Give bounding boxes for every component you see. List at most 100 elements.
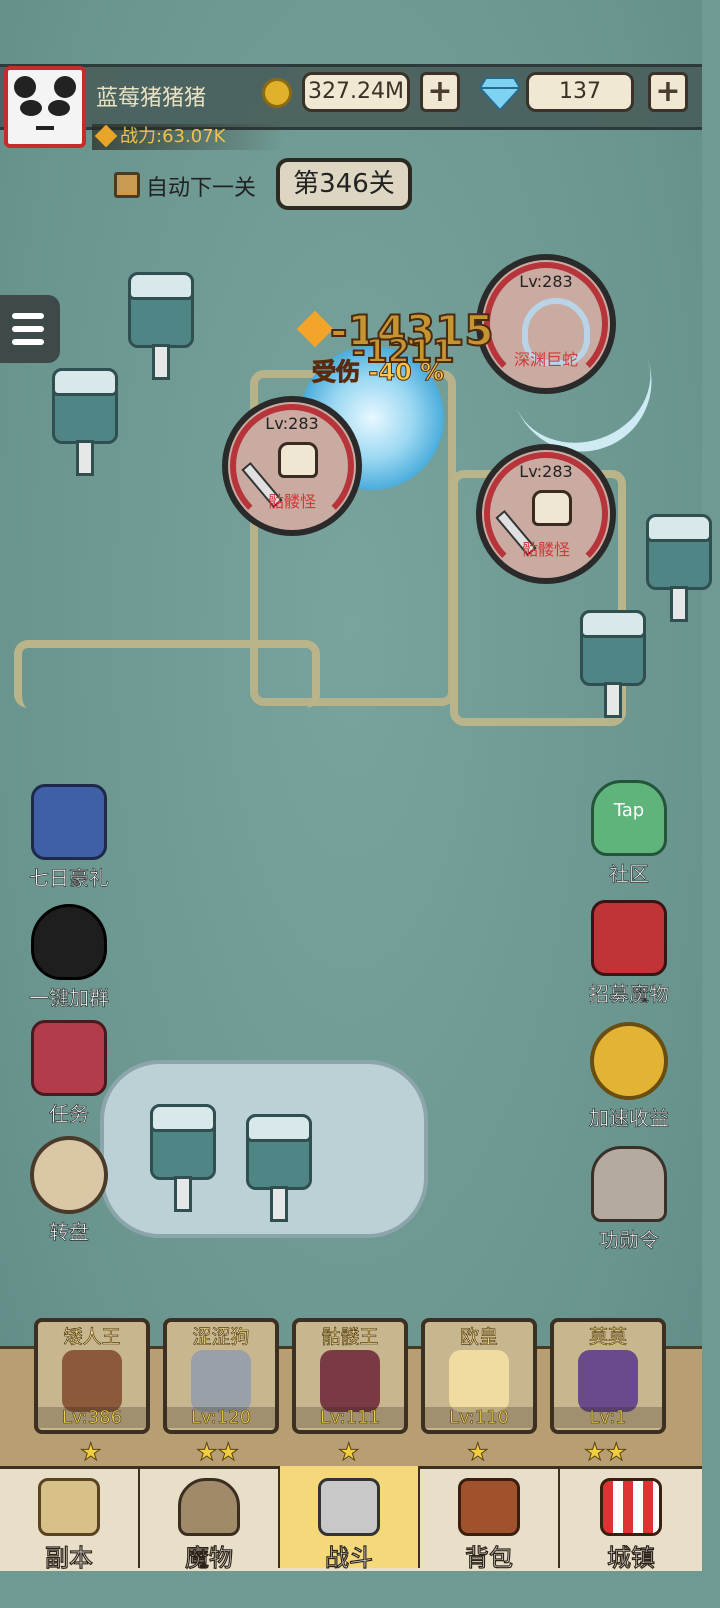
enemy-skeleton[interactable]: Lv:283 骷髅怪 [222,396,362,536]
qq-penguin-icon [31,904,107,980]
boost-income-label: 加速收益 [589,1106,670,1131]
player-name: 蓝莓猪猪猪 [96,86,207,111]
hero-level: Lv:1 [554,1407,662,1428]
stage-indicator: 第346关 [276,158,412,210]
map-path [14,640,320,708]
panda-eye-icon [20,100,42,116]
seven-day-gift-button[interactable]: 七日豪礼 [14,784,124,891]
helmet-gift-icon [31,784,107,860]
hero-stars: ★★ [583,1438,628,1467]
star-icon: ★★ [195,1438,240,1467]
snowy-tree [52,368,118,478]
hero-card[interactable]: 欧皇 Lv:110 [421,1318,537,1434]
gem-amount: 137 [526,72,634,112]
gold-amount: 327.24M [302,72,410,112]
knight-helmet-icon [591,1146,667,1222]
enemy-level: Lv:283 [519,462,573,481]
enemy-level: Lv:283 [265,414,319,433]
add-gems-button[interactable]: + [648,72,688,112]
nav-town[interactable]: 城镇 [560,1466,702,1573]
roulette-button[interactable]: 转盘 [14,1136,124,1245]
combat-power: 战力:63.07K [92,124,286,150]
panda-ear-icon [54,76,76,98]
lucky-emperor-portrait [449,1350,509,1412]
hero-card[interactable]: 矮人王 Lv:386 [34,1318,150,1434]
monster-helmet-icon [178,1478,240,1536]
town-shop-icon [600,1478,662,1536]
star-icon: ★★ [583,1438,628,1467]
recruit-monster-label: 招募魔物 [589,982,670,1007]
nav-label: 魔物 [184,1543,233,1572]
witch-portrait [578,1350,638,1412]
hero-stars: ★★ [195,1438,240,1467]
nav-dungeon[interactable]: 副本 [0,1466,140,1573]
hero-card[interactable]: 莫莫 Lv:1 [550,1318,666,1434]
enemy-name: 骷髅怪 [521,540,570,559]
join-group-button[interactable]: 一键加群 [14,904,124,1011]
nav-battle[interactable]: 战斗 [280,1466,420,1573]
snowy-tree [246,1114,312,1224]
roulette-wheel-icon [30,1136,108,1214]
enemy-skeleton[interactable]: Lv:283 骷髅怪 [476,444,616,584]
star-icon: ★ [80,1438,102,1467]
community-label: 社区 [609,862,650,887]
roulette-label: 转盘 [49,1220,90,1245]
enemy-name: 深渊巨蛇 [513,350,578,369]
panda-eye-icon [48,100,70,116]
gold-coin-icon [262,78,292,108]
coin-boost-icon [590,1022,668,1100]
hero-stars: ★ [338,1438,360,1467]
hero-level: Lv:111 [296,1407,404,1428]
nav-label: 城镇 [606,1543,655,1572]
snowy-tree [580,610,646,720]
boost-income-button[interactable]: 加速收益 [574,1022,684,1131]
hero-name: 莫莫 [588,1326,628,1349]
nav-label: 副本 [44,1543,93,1572]
merit-order-label: 功勋令 [599,1228,660,1253]
snowy-tree [128,272,194,382]
star-icon: ★ [338,1438,360,1467]
enemy-name: 骷髅怪 [267,492,316,511]
enemy-sea-serpent[interactable]: Lv:283 深渊巨蛇 [476,254,616,394]
panda-mouth-icon [36,126,54,130]
quest-book-icon [31,1020,107,1096]
damage-taken-buff: 受伤 -40 % [311,358,445,387]
tap-community-icon: Tap [591,780,667,856]
hero-stars: ★ [80,1438,102,1467]
hero-level: Lv:110 [425,1407,533,1428]
panda-ear-icon [14,76,36,98]
nav-monsters[interactable]: 魔物 [140,1466,280,1573]
quest-label: 任务 [49,1102,90,1127]
snowy-tree [646,514,712,624]
community-button[interactable]: Tap 社区 [574,780,684,887]
combat-power-value: 战力:63.07K [120,126,226,147]
player-avatar[interactable] [4,66,86,148]
diamond-icon [480,77,520,110]
nav-label: 背包 [464,1543,513,1572]
quest-button[interactable]: 任务 [14,1020,124,1127]
power-icon [94,124,118,148]
hamburger-menu-button[interactable] [0,295,60,363]
hero-card[interactable]: 涩涩狗 Lv:120 [163,1318,279,1434]
nav-backpack[interactable]: 背包 [420,1466,560,1573]
hero-name: 涩涩狗 [192,1326,250,1349]
backpack-icon [458,1478,520,1536]
skeleton-king-portrait [320,1350,380,1412]
merit-order-button[interactable]: 功勋令 [574,1146,684,1253]
dwarf-king-portrait [62,1350,122,1412]
join-group-label: 一键加群 [29,986,110,1011]
enemy-level: Lv:283 [519,272,573,291]
hero-stars: ★ [467,1438,489,1467]
add-gold-button[interactable]: + [420,72,460,112]
snowy-tree [150,1104,216,1214]
star-icon: ★ [467,1438,489,1467]
hero-level: Lv:120 [167,1407,275,1428]
recruit-monster-button[interactable]: 招募魔物 [574,900,684,1007]
hero-name: 矮人王 [63,1326,121,1349]
hero-level: Lv:386 [38,1407,146,1428]
recruit-banner-icon [591,900,667,976]
skull-icon [532,490,572,526]
auto-next-checkbox[interactable] [114,172,140,198]
hero-card[interactable]: 骷髅王 Lv:111 [292,1318,408,1434]
map-scroll-icon [38,1478,100,1536]
